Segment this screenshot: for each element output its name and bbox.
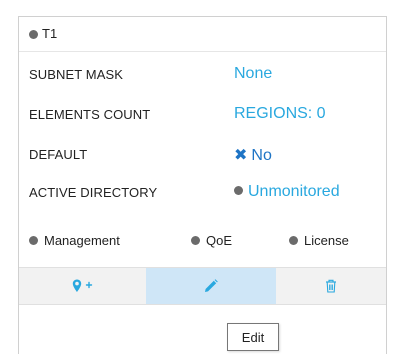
status-dot-icon bbox=[234, 186, 243, 196]
status-dot-icon bbox=[191, 236, 200, 246]
status-qoe-label: QoE bbox=[206, 233, 233, 248]
card-title: T1 bbox=[42, 26, 58, 41]
edit-tooltip: Edit bbox=[227, 323, 279, 351]
entity-card: T1 SUBNET MASK None ELEMENTS COUNT REGIO… bbox=[18, 16, 387, 354]
status-license: License bbox=[289, 233, 349, 248]
subnet-mask-label: SUBNET MASK bbox=[29, 67, 124, 82]
status-management-label: Management bbox=[44, 233, 120, 248]
pencil-icon bbox=[205, 279, 218, 292]
x-icon: ✖ bbox=[234, 147, 248, 164]
default-value: ✖ No bbox=[234, 145, 272, 165]
active-directory-value-text: Unmonitored bbox=[248, 183, 340, 200]
status-dot-icon bbox=[29, 236, 38, 246]
card-header: T1 bbox=[19, 17, 386, 52]
status-license-label: License bbox=[304, 233, 349, 248]
active-directory-value[interactable]: Unmonitored bbox=[234, 183, 340, 201]
active-directory-label: ACTIVE DIRECTORY bbox=[29, 185, 158, 200]
delete-button[interactable] bbox=[276, 268, 386, 304]
default-label: DEFAULT bbox=[29, 147, 88, 162]
status-management: Management bbox=[29, 233, 120, 248]
edit-button[interactable] bbox=[146, 268, 276, 304]
trash-icon bbox=[326, 279, 336, 293]
elements-count-value[interactable]: REGIONS: 0 bbox=[234, 105, 326, 123]
default-value-text: No bbox=[251, 147, 272, 164]
status-qoe: QoE bbox=[191, 233, 232, 248]
subnet-mask-value: None bbox=[234, 65, 273, 82]
status-indicators: Management QoE License bbox=[19, 231, 386, 253]
status-dot-icon bbox=[289, 236, 298, 246]
add-location-button[interactable] bbox=[19, 268, 146, 304]
elements-count-label: ELEMENTS COUNT bbox=[29, 107, 151, 122]
status-dot-icon bbox=[29, 30, 38, 39]
screen: T1 SUBNET MASK None ELEMENTS COUNT REGIO… bbox=[0, 0, 405, 354]
card-toolbar bbox=[19, 267, 386, 305]
map-marker-plus-icon bbox=[72, 279, 92, 292]
